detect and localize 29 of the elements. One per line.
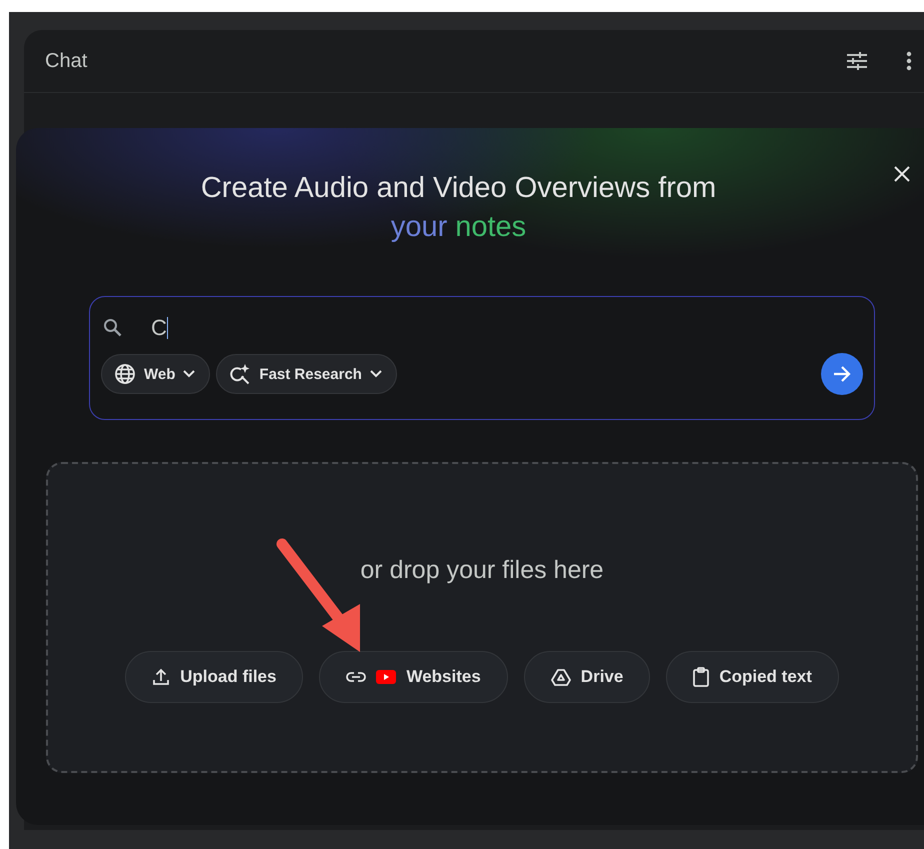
video-play-icon [376, 670, 396, 684]
panel-title: Chat [45, 50, 88, 72]
title-word: notes [455, 211, 526, 244]
source-button[interactable]: Upload files [125, 651, 304, 703]
sparkle-search-icon [229, 363, 252, 385]
drop-prompt: or drop your files here [360, 556, 604, 585]
settings-icon[interactable] [846, 51, 868, 71]
upload-icon [152, 668, 170, 686]
source-dropdown[interactable]: Web [101, 354, 210, 394]
drop-zone[interactable]: or drop your files here Upload files Websites Drive Copied text [46, 462, 918, 773]
arrow-right-icon [832, 365, 852, 383]
search-value: C [151, 315, 167, 341]
search-icon [103, 318, 123, 338]
source-button[interactable]: Copied text [666, 651, 839, 703]
source-button[interactable]: Drive [524, 651, 650, 703]
source-button[interactable]: Websites [319, 651, 508, 703]
submit-button[interactable] [821, 353, 863, 395]
source-dropdown[interactable]: Fast Research [216, 354, 397, 394]
chevron-down-icon [183, 370, 196, 378]
more-icon[interactable] [906, 51, 912, 71]
dialog-title: Create Audio and Video Overviews from [200, 172, 718, 205]
triangle-icon [550, 668, 571, 686]
chevron-down-icon [370, 370, 382, 378]
clipboard-icon [693, 667, 710, 687]
search-field[interactable]: C Web Fast Research [89, 296, 875, 420]
globe-icon [114, 363, 136, 385]
link-icon [346, 671, 366, 683]
title-word: your [390, 211, 448, 244]
close-icon[interactable] [893, 165, 911, 183]
